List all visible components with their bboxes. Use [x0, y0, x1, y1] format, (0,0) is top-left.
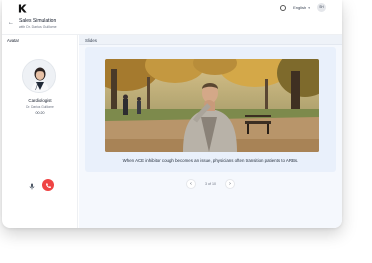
phone-hangup-icon: [45, 182, 51, 188]
microphone-button[interactable]: [27, 182, 36, 191]
avatar-panel: Avatar Cardiologist Dr. Darius Guillome …: [2, 35, 78, 228]
coughing-man-park-image: [105, 59, 319, 152]
settings-icon[interactable]: [280, 4, 287, 11]
top-bar: English ▾ SH: [2, 0, 342, 15]
next-slide-button[interactable]: ›: [225, 179, 235, 189]
previous-slide-button[interactable]: ‹: [186, 179, 196, 189]
slides-label: Slides: [85, 37, 97, 43]
language-selector[interactable]: English ▾: [293, 5, 310, 10]
logo-icon[interactable]: [18, 4, 27, 13]
back-arrow-icon[interactable]: ←: [8, 20, 14, 26]
page-title: Sales Simulation: [19, 18, 57, 24]
language-label: English: [293, 5, 307, 10]
slide-card: [85, 47, 336, 172]
user-avatar[interactable]: SH: [317, 3, 326, 12]
end-call-button[interactable]: [42, 179, 54, 191]
slides-panel: Slides When ACE inhibitor cough becomes …: [79, 35, 342, 228]
chevron-left-icon: ‹: [190, 181, 192, 187]
doctor-avatar: [22, 59, 56, 93]
simulation-header: ← Sales Simulation with Dr. Darius Guill…: [2, 15, 342, 35]
app-window: English ▾ SH ← Sales Simulation with Dr.…: [2, 0, 342, 228]
doctor-portrait-icon: [23, 60, 55, 92]
doctor-role: Cardiologist: [28, 98, 52, 103]
chevron-right-icon: ›: [229, 181, 231, 187]
microphone-icon: [29, 183, 34, 190]
slides-header: Slides: [79, 35, 342, 45]
chevron-down-icon: ▾: [308, 5, 310, 10]
doctor-name: Dr. Darius Guillome: [26, 105, 54, 109]
slide-caption: When ACE inhibitor cough becomes an issu…: [122, 158, 299, 163]
topbar-controls: English ▾ SH: [280, 3, 326, 12]
avatar-panel-label: Avatar: [7, 38, 20, 43]
page-subtitle: with Dr. Darius Guillome: [19, 25, 57, 29]
slide-counter: 3 of 10: [205, 182, 216, 186]
slide-pager: ‹ 3 of 10 ›: [79, 179, 342, 189]
call-timer: 00:20: [35, 111, 45, 115]
slide-image: [105, 59, 319, 152]
